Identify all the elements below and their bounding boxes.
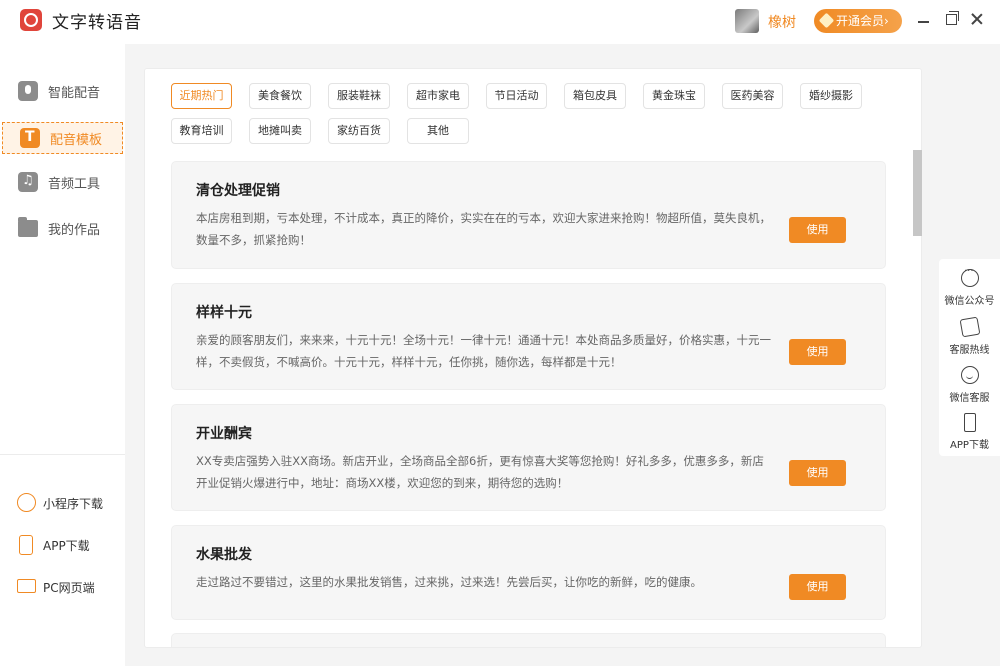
phone-icon xyxy=(19,535,33,555)
sidebar-divider xyxy=(0,454,125,455)
app-download-link[interactable]: APP下载 xyxy=(17,534,125,556)
service-hotline-button[interactable]: 客服热线 xyxy=(939,316,1000,362)
sidebar-item-my-works[interactable]: 我的作品 xyxy=(0,212,125,244)
float-item-label: 客服热线 xyxy=(949,345,990,356)
mini-program-icon xyxy=(17,493,36,512)
vip-button[interactable]: 开通会员› xyxy=(814,9,902,33)
phone-call-icon xyxy=(959,316,981,338)
card-description: 本店房租到期，亏本处理，不计成本，真正的降价，实实在在的亏本，欢迎大家进来抢购！… xyxy=(196,211,771,247)
tag-clothing[interactable]: 服装鞋袜 xyxy=(328,83,390,109)
close-icon[interactable] xyxy=(970,12,984,26)
music-icon xyxy=(18,172,38,192)
float-item-label: APP下载 xyxy=(950,440,989,451)
tag-education[interactable]: 教育培训 xyxy=(171,118,232,144)
template-panel: 近期热门 美食餐饮 服装鞋袜 超市家电 节日活动 箱包皮具 黄金珠宝 医药美容 … xyxy=(144,68,922,648)
sidebar-item-label: 智能配音 xyxy=(48,86,101,101)
tag-other[interactable]: 其他 xyxy=(407,118,469,144)
tag-medicine-beauty[interactable]: 医药美容 xyxy=(722,83,783,109)
card-description: 亲爱的顾客朋友们，来来来，十元十元！全场十元！一律十元！通通十元！本处商品多质量… xyxy=(196,333,771,369)
card-description: 走过路过不要错过，这里的水果批发销售，过来挑，过来选！先尝后买，让你吃的新鲜，吃… xyxy=(196,575,702,589)
float-item-label: 微信公众号 xyxy=(944,296,995,307)
tag-bags[interactable]: 箱包皮具 xyxy=(564,83,626,109)
avatar[interactable] xyxy=(735,9,759,33)
card-title: 清仓处理促销 xyxy=(196,183,280,199)
app-download-button[interactable]: APP下载 xyxy=(939,411,1000,457)
app-logo-icon xyxy=(20,9,42,31)
tag-jewelry[interactable]: 黄金珠宝 xyxy=(643,83,705,109)
bottom-item-label: APP下载 xyxy=(43,539,90,553)
sidebar-item-label: 音频工具 xyxy=(48,177,101,192)
monitor-icon xyxy=(17,579,36,593)
bottom-item-label: 小程序下载 xyxy=(43,497,104,511)
sidebar: 智能配音 配音模板 音频工具 我的作品 小程序下载 APP下载 PC网页端 xyxy=(0,44,125,666)
mic-icon xyxy=(18,81,38,101)
float-item-label: 微信客服 xyxy=(949,393,990,404)
wechat-service-icon xyxy=(961,366,979,384)
sidebar-item-dubbing-templates[interactable]: 配音模板 xyxy=(2,122,123,154)
sidebar-item-audio-tools[interactable]: 音频工具 xyxy=(0,166,125,198)
wechat-official-icon xyxy=(961,266,979,287)
scrollbar-thumb[interactable] xyxy=(913,150,922,236)
tag-home-textile[interactable]: 家纺百货 xyxy=(328,118,390,144)
use-button[interactable]: 使用 xyxy=(789,574,846,600)
sidebar-item-smart-dubbing[interactable]: 智能配音 xyxy=(0,75,125,107)
card-title: 样样十元 xyxy=(196,305,252,321)
restore-icon[interactable] xyxy=(946,11,959,25)
wechat-service-button[interactable]: 微信客服 xyxy=(939,364,1000,410)
template-card: 清仓处理促销 本店房租到期，亏本处理，不计成本，真正的降价，实实在在的亏本，欢迎… xyxy=(171,161,886,269)
folder-icon xyxy=(18,217,38,237)
template-card: 水果批发 走过路过不要错过，这里的水果批发销售，过来挑，过来选！先尝后买，让你吃… xyxy=(171,525,886,620)
title-bar: 文字转语音 橡树 开通会员› xyxy=(0,0,1000,44)
template-card xyxy=(171,633,886,647)
use-button[interactable]: 使用 xyxy=(789,217,846,243)
wechat-official-account-button[interactable]: 微信公众号 xyxy=(939,266,1000,313)
tag-street-vendor[interactable]: 地摊叫卖 xyxy=(249,118,311,144)
card-title: 水果批发 xyxy=(196,547,252,563)
tag-recent-hot[interactable]: 近期热门 xyxy=(171,83,232,109)
pc-web-link[interactable]: PC网页端 xyxy=(17,576,125,598)
tag-wedding-photo[interactable]: 婚纱摄影 xyxy=(800,83,862,109)
tag-festival[interactable]: 节日活动 xyxy=(486,83,547,109)
vip-label: 开通会员 xyxy=(836,14,885,28)
card-title: 开业酬宾 xyxy=(196,426,252,442)
template-card: 开业酬宾 XX专卖店强势入驻XX商场。新店开业，全场商品全部6折，更有惊喜大奖等… xyxy=(171,404,886,511)
template-icon xyxy=(20,128,40,148)
float-service-bar: 微信公众号 客服热线 微信客服 APP下载 xyxy=(939,259,1000,456)
mini-program-download-link[interactable]: 小程序下载 xyxy=(17,492,125,514)
username[interactable]: 橡树 xyxy=(768,12,796,32)
card-description: XX专卖店强势入驻XX商场。新店开业，全场商品全部6折，更有惊喜大奖等您抢购！好… xyxy=(196,454,764,490)
sidebar-item-label: 我的作品 xyxy=(48,223,101,238)
tag-supermarket[interactable]: 超市家电 xyxy=(407,83,469,109)
tag-food[interactable]: 美食餐饮 xyxy=(249,83,311,109)
use-button[interactable]: 使用 xyxy=(789,460,846,486)
bottom-item-label: PC网页端 xyxy=(43,581,95,595)
use-button[interactable]: 使用 xyxy=(789,339,846,365)
template-card: 样样十元 亲爱的顾客朋友们，来来来，十元十元！全场十元！一律十元！通通十元！本处… xyxy=(171,283,886,390)
sidebar-item-label: 配音模板 xyxy=(50,133,103,148)
app-title: 文字转语音 xyxy=(52,13,142,33)
diamond-icon xyxy=(818,12,835,29)
chevron-right-icon: › xyxy=(884,14,889,28)
minimize-icon[interactable] xyxy=(918,21,929,23)
mobile-icon xyxy=(964,413,976,432)
